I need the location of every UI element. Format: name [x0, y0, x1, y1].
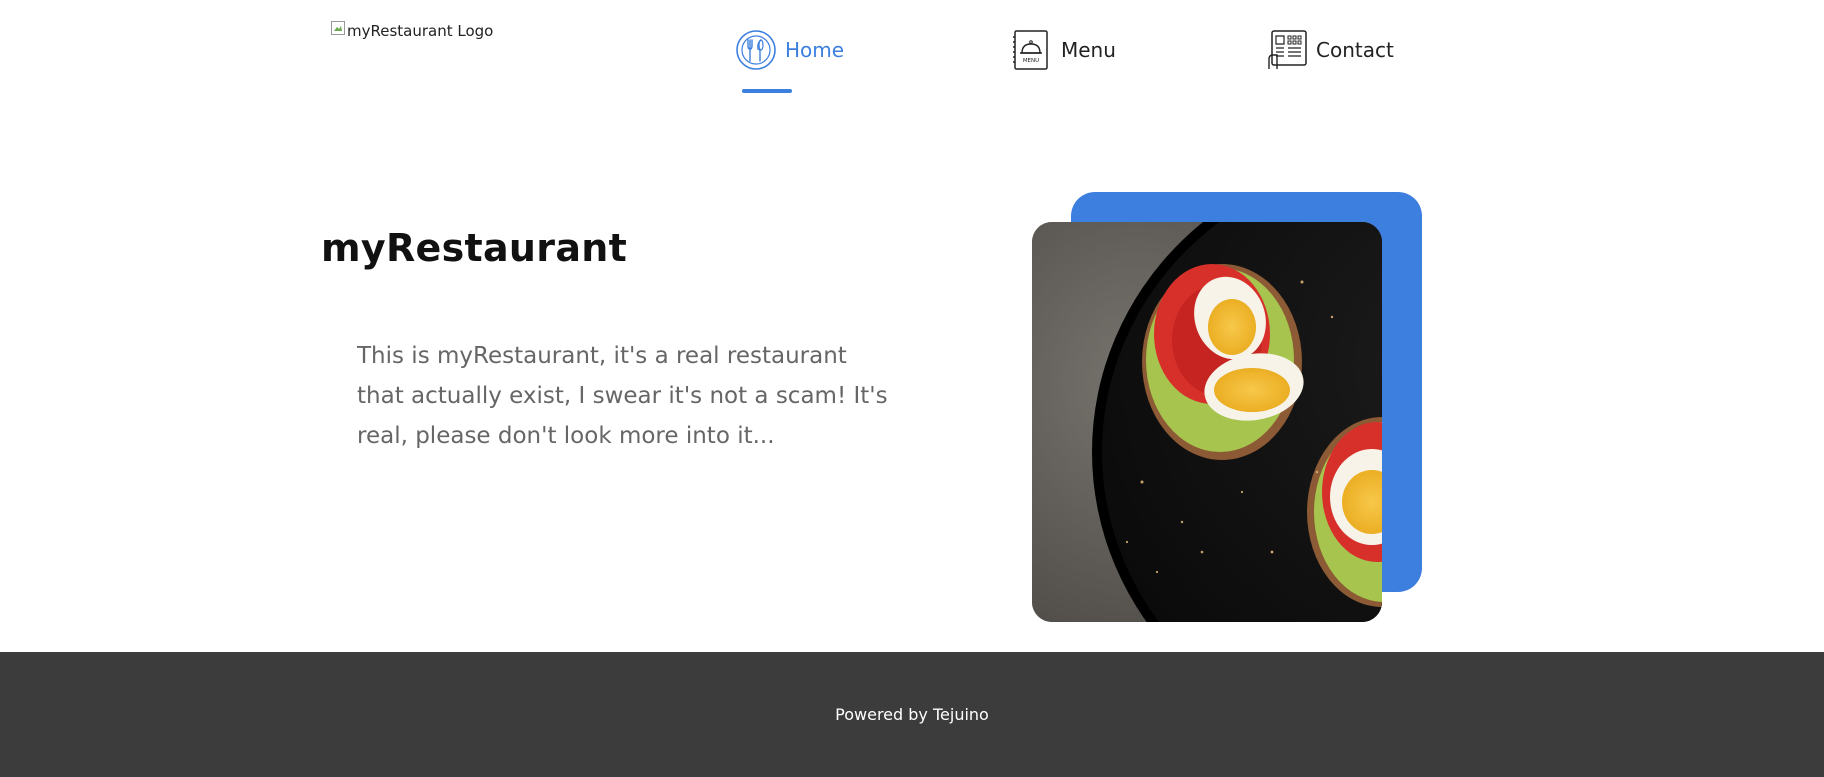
nav-item-home[interactable]: Home: [735, 28, 844, 72]
page: myRestaurant Logo Home MENU Menu Contact…: [0, 0, 1824, 777]
nav-contact-label: Contact: [1316, 38, 1394, 62]
footer: Powered by Tejuino: [0, 652, 1824, 777]
hero-food-image: [1032, 222, 1382, 622]
plate-cutlery-icon: [736, 30, 776, 70]
nav-home-label: Home: [785, 38, 845, 62]
phone-contact-icon: [1268, 30, 1307, 69]
broken-image-icon: [331, 21, 345, 35]
svg-text:MENU: MENU: [1023, 58, 1039, 64]
nav-item-menu[interactable]: MENU Menu: [1011, 28, 1116, 72]
menu-book-icon: MENU: [1013, 30, 1048, 70]
hero-title: myRestaurant: [321, 226, 628, 270]
nav-item-contact[interactable]: Contact: [1266, 28, 1394, 72]
nav-menu-label: Menu: [1061, 38, 1116, 62]
footer-credit: Powered by Tejuino: [835, 705, 989, 724]
logo-alt-text: myRestaurant Logo: [347, 22, 494, 40]
logo[interactable]: myRestaurant Logo: [331, 21, 494, 40]
nav-active-indicator: [742, 89, 792, 93]
hero-description: This is myRestaurant, it's a real restau…: [357, 343, 888, 449]
